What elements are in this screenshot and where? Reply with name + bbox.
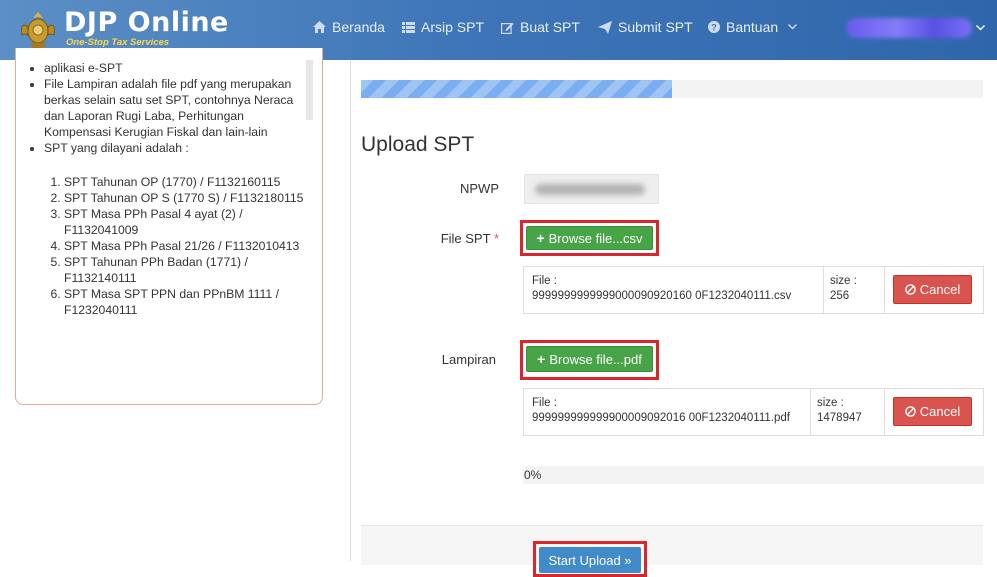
csv-size-label: size : [830,275,857,287]
start-upload-label: Start Upload » [548,552,632,568]
npwp-field [524,174,659,204]
send-icon [598,20,612,34]
nav-beranda-label: Beranda [332,19,385,35]
home-icon [313,21,326,33]
csv-file-name: 9999999999999000090920160 0F1232040111.c… [532,290,792,302]
info-bullet: SPT yang dilayani adalah : [44,140,308,156]
user-name-redacted [846,18,972,38]
question-circle-icon: ? [708,21,720,33]
file-spt-label-text: File SPT [440,231,491,246]
upload-spt-panel: Upload SPT NPWP File SPT * + Browse file… [350,60,997,577]
edit-icon [501,22,514,34]
info-panel-scrollbar[interactable] [306,60,313,120]
pdf-file-row: File : 999999999999900009092016 00F12320… [523,388,984,436]
spt-type-item: SPT Tahunan OP (1770) / F1132160115 [64,174,308,190]
pdf-size-cell: size : 1478947 [811,389,885,435]
file-upload-progress-bar: 0% [523,466,984,484]
nav-beranda[interactable]: Beranda [313,19,385,35]
ban-icon [904,284,916,295]
lampiran-label: Lampiran [441,352,496,367]
brand-title[interactable]: DJP Online [64,7,229,38]
svg-text:?: ? [711,23,717,33]
csv-cancel-button[interactable]: Cancel [893,275,972,304]
info-panel-content: aplikasi e-SPT File Lampiran adalah file… [16,60,308,400]
info-bullet-list: aplikasi e-SPT File Lampiran adalah file… [44,60,308,156]
start-upload-button[interactable]: Start Upload » [539,547,641,573]
info-bullet: aplikasi e-SPT [44,60,308,76]
total-upload-progress-fill [361,80,672,98]
file-upload-progress-text: 0% [524,468,542,482]
npwp-value-redacted [535,184,645,195]
pdf-size-label: size : [817,397,844,409]
csv-cancel-label: Cancel [919,282,961,297]
brand-tagline: One-Stop Tax Services [66,37,170,48]
info-bullet: File Lampiran adalah file pdf yang merup… [44,76,308,140]
total-upload-progress-bar [361,80,983,98]
pdf-file-cell: File : 999999999999900009092016 00F12320… [524,389,811,435]
list-icon [402,21,415,33]
info-panel: aplikasi e-SPT File Lampiran adalah file… [15,48,323,405]
csv-file-cell: File : 9999999999999000090920160 0F12320… [524,267,824,313]
user-menu[interactable] [846,18,985,38]
nav-buat-spt[interactable]: Buat SPT [501,19,580,35]
csv-size-value: 256 [830,290,850,302]
nav-buat-spt-label: Buat SPT [520,19,580,35]
nav-bantuan-label: Bantuan [726,19,779,35]
browse-pdf-button[interactable]: + Browse file...pdf [526,346,653,372]
spt-type-item: SPT Masa PPh Pasal 21/26 / F1132010413 [64,238,308,254]
spt-type-list: SPT Tahunan OP (1770) / F1132160115 SPT … [44,174,308,318]
pdf-cancel-label: Cancel [919,404,961,419]
csv-file-label: File : [532,275,557,287]
file-spt-label: File SPT * [359,231,499,246]
plus-icon: + [537,351,546,367]
required-mark: * [493,231,499,246]
chevron-down-icon [788,24,798,30]
pdf-file-name: 999999999999900009092016 00F1232040111.p… [532,412,790,424]
spt-type-item: SPT Tahunan OP S (1770 S) / F1132180115 [64,190,308,206]
ban-icon [904,406,916,417]
pdf-cancel-button[interactable]: Cancel [893,397,972,426]
nav-submit-spt[interactable]: Submit SPT [598,19,693,35]
chevron-down-icon [976,25,985,31]
nav-bantuan[interactable]: ? Bantuan [708,19,798,35]
plus-icon: + [536,230,545,246]
csv-size-cell: size : 256 [824,267,885,313]
page-title: Upload SPT [361,133,475,156]
djp-logo-emblem-icon[interactable] [18,9,58,51]
browse-csv-label: Browse file...csv [548,230,643,246]
csv-file-row: File : 9999999999999000090920160 0F12320… [523,266,984,314]
pdf-file-label: File : [532,397,557,409]
browse-pdf-label: Browse file...pdf [549,351,642,367]
nav-submit-spt-label: Submit SPT [618,19,693,35]
browse-csv-button[interactable]: + Browse file...csv [526,226,653,250]
nav-arsip-spt[interactable]: Arsip SPT [402,19,484,35]
npwp-label: NPWP [460,181,499,196]
nav-arsip-spt-label: Arsip SPT [421,19,485,35]
spt-type-item: SPT Masa PPh Pasal 4 ayat (2) / F1132041… [64,206,308,238]
spt-type-item: SPT Tahunan PPh Badan (1771) / F11321401… [64,254,308,286]
form-footer: Start Upload » [361,525,983,577]
pdf-size-value: 1478947 [817,412,862,424]
spt-type-item: SPT Masa SPT PPN dan PPnBM 1111 / F12320… [64,286,308,318]
